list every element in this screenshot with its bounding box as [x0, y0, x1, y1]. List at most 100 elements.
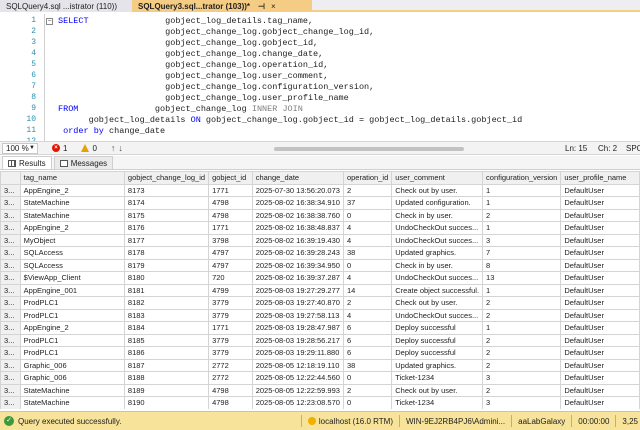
- column-header-gobject-id[interactable]: gobject_id: [208, 171, 253, 185]
- table-cell[interactable]: 8187: [123, 358, 210, 372]
- table-cell[interactable]: 3779: [208, 296, 253, 310]
- table-cell[interactable]: ProdPLC1: [19, 308, 125, 322]
- table-row[interactable]: 3... StateMachine 8175 4798 2025-08-02 16:38…: [0, 208, 640, 222]
- code-line[interactable]: gobject_change_log.gobject_id,: [58, 38, 318, 49]
- table-cell[interactable]: ProdPLC1: [19, 346, 125, 360]
- table-cell[interactable]: 4: [342, 233, 393, 247]
- row-header-cell[interactable]: 3...: [0, 333, 21, 347]
- table-cell[interactable]: 38: [342, 358, 393, 372]
- table-row[interactable]: 3... ProdPLC1 8186 3779 2025-08-03 19:29:11.…: [0, 346, 640, 360]
- row-header-cell[interactable]: 3...: [0, 383, 21, 397]
- table-cell[interactable]: 3: [482, 396, 562, 409]
- table-cell[interactable]: 0: [342, 258, 393, 272]
- table-cell[interactable]: 6: [342, 333, 393, 347]
- table-cell[interactable]: 2: [482, 208, 562, 222]
- code-line[interactable]: FROM gobject_change_log INNER JOIN: [58, 104, 303, 115]
- table-cell[interactable]: ProdPLC1: [19, 333, 125, 347]
- table-cell[interactable]: 2025-08-05 12:18:19.110: [251, 358, 344, 372]
- table-row[interactable]: 3... $ViewApp_Client 8180 720 2025-08-02 16:…: [0, 271, 640, 285]
- table-cell[interactable]: 2025-08-03 19:27:40.870: [251, 296, 344, 310]
- table-cell[interactable]: Check out by user.: [391, 183, 484, 197]
- table-cell[interactable]: 8175: [123, 208, 210, 222]
- table-cell[interactable]: 2: [482, 308, 562, 322]
- column-header-configuration-version[interactable]: configuration_version: [482, 171, 562, 185]
- table-cell[interactable]: 13: [482, 271, 562, 285]
- query-editor[interactable]: 123456789101112 − SELECT gobject_log_det…: [0, 14, 640, 146]
- table-cell[interactable]: DefaultUser: [560, 346, 640, 360]
- table-cell[interactable]: 2025-08-02 16:38:38.760: [251, 208, 344, 222]
- table-cell[interactable]: AppEngine_2: [19, 183, 125, 197]
- table-cell[interactable]: 2: [342, 296, 393, 310]
- arrow-down-icon[interactable]: ↓: [118, 143, 123, 153]
- code-line[interactable]: gobject_change_log.change_date,: [58, 49, 323, 60]
- table-cell[interactable]: 2772: [208, 371, 253, 385]
- table-cell[interactable]: DefaultUser: [560, 321, 640, 335]
- code-line[interactable]: gobject_change_log.operation_id,: [58, 60, 328, 71]
- tab-sqlquery4[interactable]: SQLQuery4.sql ...istrator (110)): [0, 0, 132, 12]
- table-cell[interactable]: 2025-08-02 16:38:48.837: [251, 221, 344, 235]
- table-cell[interactable]: 2025-08-05 12:23:08.570: [251, 396, 344, 409]
- column-header-user-profile-name[interactable]: user_profile_name: [560, 171, 640, 185]
- table-cell[interactable]: AppEngine_001: [19, 283, 125, 297]
- column-header-tag-name[interactable]: tag_name: [19, 171, 125, 185]
- table-cell[interactable]: 0: [342, 208, 393, 222]
- table-row[interactable]: 3... MyObject 8177 3798 2025-08-02 16:39:19.…: [0, 233, 640, 247]
- table-cell[interactable]: DefaultUser: [560, 308, 640, 322]
- scrollbar-thumb[interactable]: [274, 147, 464, 151]
- tab-messages[interactable]: Messages: [53, 156, 114, 169]
- table-row[interactable]: 3... StateMachine 8174 4798 2025-08-02 16:38…: [0, 196, 640, 210]
- table-cell[interactable]: 4799: [208, 283, 253, 297]
- table-row[interactable]: 3... AppEngine_2 8184 1771 2025-08-03 19:28:…: [0, 321, 640, 335]
- table-cell[interactable]: DefaultUser: [560, 383, 640, 397]
- row-header-cell[interactable]: 3...: [0, 271, 21, 285]
- table-cell[interactable]: 2: [342, 183, 393, 197]
- table-cell[interactable]: 2772: [208, 358, 253, 372]
- table-row[interactable]: 3... ProdPLC1 8183 3779 2025-08-03 19:27:58.…: [0, 308, 640, 322]
- table-cell[interactable]: 8190: [123, 396, 210, 409]
- table-cell[interactable]: Updated graphics.: [391, 246, 484, 260]
- table-cell[interactable]: 4: [342, 271, 393, 285]
- row-header-cell[interactable]: 3...: [0, 221, 21, 235]
- warning-indicator[interactable]: 0: [81, 144, 97, 153]
- table-cell[interactable]: Ticket-1234: [391, 396, 484, 409]
- table-cell[interactable]: 2025-08-02 16:39:34.950: [251, 258, 344, 272]
- table-cell[interactable]: 8176: [123, 221, 210, 235]
- row-header-cell[interactable]: 3...: [0, 358, 21, 372]
- table-cell[interactable]: 8182: [123, 296, 210, 310]
- error-indicator[interactable]: × 1: [52, 144, 67, 153]
- table-cell[interactable]: 4: [342, 308, 393, 322]
- table-cell[interactable]: 1: [482, 321, 562, 335]
- table-cell[interactable]: 2025-08-03 19:29:11.880: [251, 346, 344, 360]
- table-cell[interactable]: 3779: [208, 308, 253, 322]
- table-cell[interactable]: 2: [482, 333, 562, 347]
- table-cell[interactable]: 1771: [208, 321, 253, 335]
- table-row[interactable]: 3... SQLAccess 8179 4797 2025-08-02 16:39:34…: [0, 258, 640, 272]
- table-cell[interactable]: Deploy successful: [391, 333, 484, 347]
- table-cell[interactable]: Check out by user.: [391, 296, 484, 310]
- table-cell[interactable]: DefaultUser: [560, 246, 640, 260]
- table-cell[interactable]: 1: [482, 183, 562, 197]
- table-cell[interactable]: Check out by user.: [391, 383, 484, 397]
- collapse-icon[interactable]: −: [46, 18, 53, 25]
- table-cell[interactable]: 2: [482, 358, 562, 372]
- table-cell[interactable]: 2025-08-02 16:39:19.430: [251, 233, 344, 247]
- row-header-cell[interactable]: 3...: [0, 208, 21, 222]
- table-cell[interactable]: Check in by user.: [391, 258, 484, 272]
- table-cell[interactable]: 6: [342, 346, 393, 360]
- table-cell[interactable]: 2025-08-02 16:38:34.910: [251, 196, 344, 210]
- table-cell[interactable]: DefaultUser: [560, 333, 640, 347]
- close-icon[interactable]: ×: [271, 2, 276, 11]
- table-cell[interactable]: 2025-08-03 19:28:47.987: [251, 321, 344, 335]
- row-header-cell[interactable]: 3...: [0, 283, 21, 297]
- tab-results[interactable]: Results: [2, 156, 52, 169]
- table-cell[interactable]: 3779: [208, 333, 253, 347]
- row-header-cell[interactable]: 3...: [0, 246, 21, 260]
- table-cell[interactable]: Deploy successful: [391, 346, 484, 360]
- results-grid[interactable]: tag_name gobject_change_log_id gobject_id c…: [0, 171, 640, 409]
- row-header-cell[interactable]: 3...: [0, 196, 21, 210]
- row-header-cell[interactable]: 3...: [0, 258, 21, 272]
- table-row[interactable]: 3... ProdPLC1 8185 3779 2025-08-03 19:28:56.…: [0, 333, 640, 347]
- table-row[interactable]: 3... Graphic_006 8188 2772 2025-08-05 12:22:…: [0, 371, 640, 385]
- table-cell[interactable]: 0: [342, 371, 393, 385]
- table-cell[interactable]: AppEngine_2: [19, 221, 125, 235]
